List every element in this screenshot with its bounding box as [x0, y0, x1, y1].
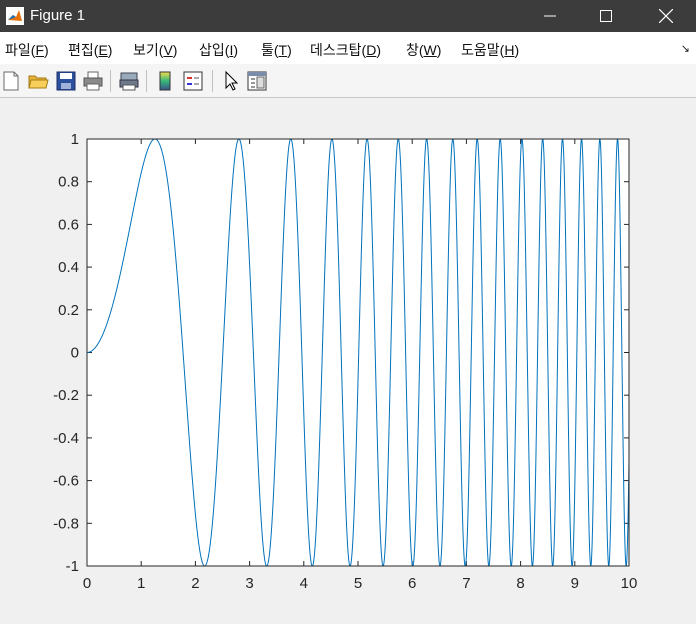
x-tick-label: 4	[300, 575, 308, 592]
legend-icon[interactable]	[182, 70, 204, 92]
x-tick-label: 6	[408, 575, 416, 592]
property-editor-icon[interactable]	[246, 70, 268, 92]
menu-desktop[interactable]: 데스크탑(D)	[310, 40, 381, 60]
x-tick-label: 5	[354, 575, 362, 592]
close-icon	[659, 9, 673, 23]
x-tick-label: 2	[191, 575, 199, 592]
print-preview-icon[interactable]	[118, 70, 140, 92]
y-tick-label: 0	[71, 345, 79, 362]
matlab-logo-icon	[6, 7, 24, 25]
x-tick-label: 3	[245, 575, 253, 592]
menu-view[interactable]: 보기(V)	[133, 40, 177, 60]
y-tick-label: 0.6	[58, 216, 79, 233]
y-tick-label: 0.4	[58, 259, 79, 276]
open-file-icon[interactable]	[27, 70, 49, 92]
close-button[interactable]	[643, 0, 689, 32]
minimize-button[interactable]	[527, 0, 573, 32]
title-bar: Figure 1	[0, 0, 696, 32]
maximize-icon	[600, 10, 612, 22]
y-tick-label: -0.2	[53, 387, 79, 404]
menu-window[interactable]: 창(W)	[406, 40, 441, 60]
x-tick-label: 7	[462, 575, 470, 592]
colorbar-icon[interactable]	[154, 70, 176, 92]
y-tick-label: 0.2	[58, 302, 79, 319]
toolbar-separator	[110, 70, 111, 92]
y-tick-label: -1	[66, 558, 79, 575]
toolbar-separator	[212, 70, 213, 92]
x-tick-label: 10	[621, 575, 638, 592]
menu-bar: 파일(F) 편집(E) 보기(V) 삽입(I) 툴(T) 데스크탑(D) 창(W…	[0, 32, 696, 64]
print-icon[interactable]	[82, 70, 104, 92]
y-axis-tick-labels: 1 0.8 0.6 0.4 0.2 0 -0.2 -0.4 -0.6 -0.8 -1	[53, 131, 79, 575]
y-tick-label: 0.8	[58, 174, 79, 191]
x-tick-label: 9	[571, 575, 579, 592]
window-title: Figure 1	[30, 7, 86, 24]
menu-file[interactable]: 파일(F)	[5, 40, 49, 60]
toolbar-separator	[146, 70, 147, 92]
y-tick-label: -0.8	[53, 515, 79, 532]
toolbar	[0, 64, 696, 98]
save-icon[interactable]	[55, 70, 77, 92]
x-tick-label: 0	[83, 575, 91, 592]
y-tick-label: -0.6	[53, 473, 79, 490]
pointer-icon[interactable]	[220, 70, 242, 92]
x-axis-tick-labels: 0 1 2 3 4 5 6 7 8 9 10	[83, 575, 638, 592]
new-figure-icon[interactable]	[0, 70, 22, 92]
menu-insert[interactable]: 삽입(I)	[199, 40, 238, 60]
x-tick-label: 8	[516, 575, 524, 592]
menu-edit[interactable]: 편집(E)	[68, 40, 112, 60]
maximize-button[interactable]	[583, 0, 629, 32]
y-tick-label: 1	[71, 131, 79, 148]
minimize-icon	[544, 15, 556, 17]
dock-arrow-icon[interactable]: ↘	[681, 42, 690, 55]
x-tick-label: 1	[137, 575, 145, 592]
menu-tools[interactable]: 툴(T)	[261, 40, 292, 60]
y-tick-label: -0.4	[53, 430, 79, 447]
figure-canvas: 0 1 2 3 4 5 6 7 8 9 10 1 0.8 0.6 0.4 0.2 0 -0.2 -0.4 -0.6 -…	[53, 131, 638, 592]
menu-help[interactable]: 도움말(H)	[461, 40, 519, 60]
